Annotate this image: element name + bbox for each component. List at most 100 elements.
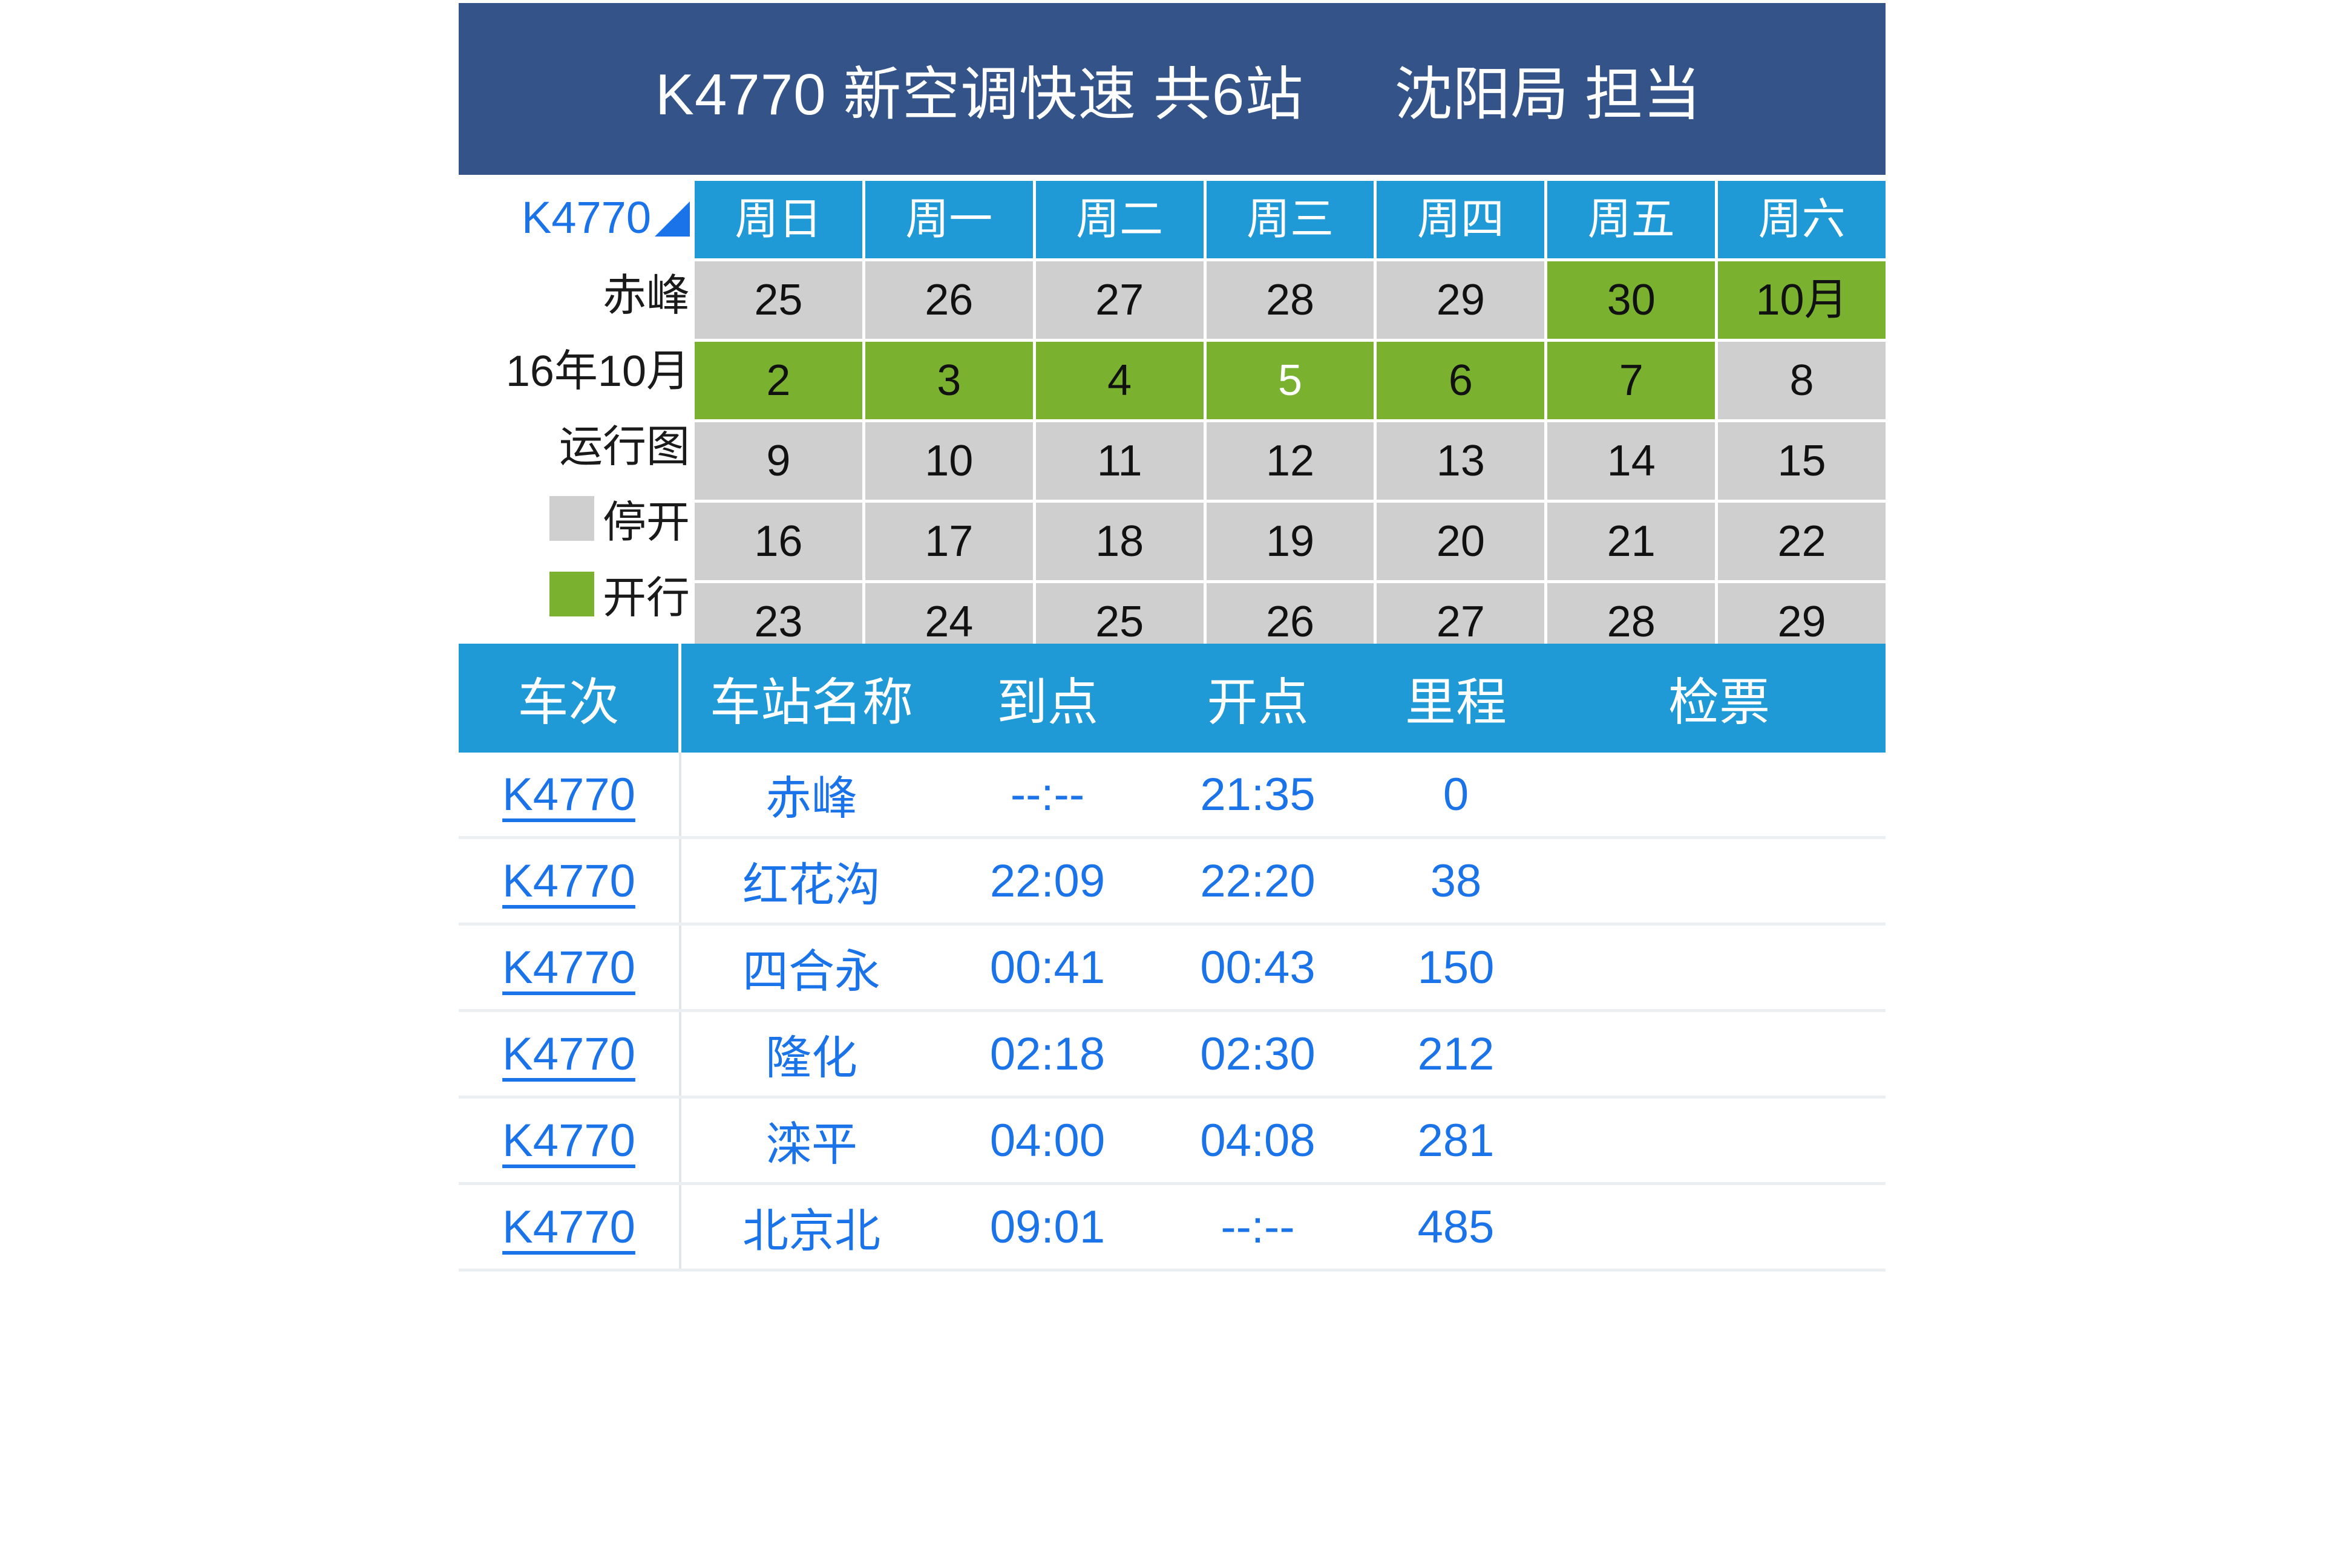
cell-gate — [1550, 1012, 1886, 1096]
calendar-day-cell[interactable]: 21 — [1547, 503, 1715, 580]
cell-depart-time: 02:30 — [1200, 1028, 1316, 1080]
calendar-train-label: K4770 — [522, 192, 651, 243]
calendar-day-cell[interactable]: 6 — [1377, 342, 1545, 419]
train-no-link[interactable]: K4770 — [502, 768, 635, 821]
train-no-link[interactable]: K4770 — [502, 1201, 635, 1253]
cell-station-name: 四合永 — [742, 946, 880, 998]
calendar-day-cell[interactable]: 2 — [695, 342, 862, 419]
calendar-period-label: 16年10月 — [505, 347, 690, 396]
schedule-table-header: 车次 车站名称 到点 开点 里程 检票 — [459, 644, 1886, 753]
calendar-weekday-header: 周四 — [1377, 181, 1545, 258]
calendar-weekday-header: 周一 — [865, 181, 1033, 258]
cell-station-name: 赤峰 — [765, 773, 857, 825]
calendar-day-cell[interactable]: 15 — [1718, 422, 1886, 500]
cell-station-name: 红花沟 — [742, 860, 880, 911]
cell-station-name: 滦平 — [765, 1119, 857, 1171]
calendar-weekday-header: 周六 — [1718, 181, 1886, 258]
table-row: K4770 滦平 04:00 04:08 281 — [459, 1099, 1886, 1185]
operation-calendar: K4770 赤峰 16年10月 运行图 停开 开行 周日 周一 周二 周三 周四… — [459, 181, 1886, 661]
train-no-link[interactable]: K4770 — [502, 855, 635, 907]
cell-train-no: K4770 — [459, 926, 681, 1009]
cell-gate — [1550, 753, 1886, 836]
cell-arrive-time: --:-- — [1010, 768, 1085, 820]
cell-station-name: 隆化 — [765, 1033, 857, 1084]
expand-triangle-icon[interactable] — [655, 201, 690, 237]
calendar-origin-station: 赤峰 — [602, 272, 690, 321]
calendar-day-cell[interactable]: 16 — [695, 503, 862, 580]
calendar-weekday-header: 周二 — [1035, 181, 1204, 258]
cell-arrive-time: 02:18 — [989, 1028, 1106, 1080]
calendar-day-cell[interactable]: 12 — [1206, 422, 1374, 500]
cell-station-name: 北京北 — [742, 1206, 880, 1257]
calendar-day-cell[interactable]: 3 — [865, 342, 1033, 419]
legend-item-stopped: 停开 — [459, 480, 690, 556]
table-row: K4770 赤峰 --:-- 21:35 0 — [459, 753, 1886, 839]
content-column: K4770 新空调快速 共6站 沈阳局 担当 K4770 赤峰 16年10月 运… — [459, 0, 1886, 1568]
column-header-mileage[interactable]: 里程 — [1362, 644, 1550, 753]
cell-mileage: 150 — [1417, 941, 1495, 993]
calendar-day-cell[interactable]: 9 — [695, 422, 862, 500]
cell-arrive-time: 22:09 — [989, 855, 1106, 907]
legend-label-stopped: 停开 — [602, 498, 690, 547]
train-title-band-inner: K4770 新空调快速 共6站 沈阳局 担当 — [655, 47, 1701, 131]
calendar-day-cell[interactable]: 19 — [1206, 503, 1374, 580]
train-no-link[interactable]: K4770 — [502, 1114, 635, 1167]
cell-mileage: 38 — [1430, 855, 1482, 907]
calendar-day-cell[interactable]: 26 — [865, 261, 1033, 339]
calendar-day-cell[interactable]: 17 — [865, 503, 1033, 580]
calendar-day-cell[interactable]: 18 — [1035, 503, 1204, 580]
calendar-day-cell[interactable]: 4 — [1035, 342, 1204, 419]
train-no-link[interactable]: K4770 — [502, 1028, 635, 1080]
table-row: K4770 红花沟 22:09 22:20 38 — [459, 839, 1886, 926]
calendar-day-cell[interactable]: 20 — [1377, 503, 1545, 580]
table-row: K4770 四合永 00:41 00:43 150 — [459, 926, 1886, 1012]
column-header-station[interactable]: 车站名称 — [681, 644, 942, 753]
calendar-day-cell[interactable]: 14 — [1547, 422, 1715, 500]
calendar-day-cell[interactable]: 10月 — [1718, 261, 1886, 339]
column-header-train[interactable]: 车次 — [459, 644, 681, 753]
legend-item-running: 开行 — [459, 556, 690, 632]
cell-depart-time: --:-- — [1221, 1201, 1295, 1253]
calendar-day-cell[interactable]: 29 — [1377, 261, 1545, 339]
calendar-day-cell[interactable]: 30 — [1547, 261, 1715, 339]
cell-mileage: 281 — [1417, 1114, 1495, 1166]
calendar-day-cell[interactable]: 27 — [1035, 261, 1204, 339]
cell-mileage: 485 — [1417, 1201, 1495, 1253]
calendar-day-cell[interactable]: 8 — [1718, 342, 1886, 419]
cell-train-no: K4770 — [459, 1012, 681, 1096]
calendar-day-cell[interactable]: 5 — [1206, 342, 1374, 419]
page-root: K4770 新空调快速 共6站 沈阳局 担当 K4770 赤峰 16年10月 运… — [0, 0, 2343, 1568]
column-header-gate[interactable]: 检票 — [1550, 644, 1886, 753]
cell-gate — [1550, 1099, 1886, 1182]
legend-label-running: 开行 — [602, 574, 690, 623]
calendar-day-cell[interactable]: 13 — [1377, 422, 1545, 500]
calendar-weekday-header: 周日 — [695, 181, 862, 258]
cell-arrive-time: 04:00 — [989, 1114, 1106, 1166]
calendar-grid: 周日 周一 周二 周三 周四 周五 周六 25 26 27 28 29 30 10月 2 3 4 5 6 7 8 9 10 1… — [695, 181, 1886, 661]
calendar-day-cell[interactable]: 28 — [1206, 261, 1374, 339]
calendar-day-cell[interactable]: 25 — [695, 261, 862, 339]
calendar-chart-row: 运行图 — [459, 405, 690, 480]
column-header-arrive[interactable]: 到点 — [942, 644, 1153, 753]
table-row: K4770 隆化 02:18 02:30 212 — [459, 1012, 1886, 1099]
calendar-period-row: 16年10月 — [459, 329, 690, 405]
bureau-label: 沈阳局 担当 — [1394, 62, 1701, 127]
train-no-link[interactable]: K4770 — [502, 941, 635, 994]
cell-gate — [1550, 1185, 1886, 1269]
column-header-depart[interactable]: 开点 — [1153, 644, 1362, 753]
schedule-table-body: K4770 赤峰 --:-- 21:35 0 K4770 红花沟 22:09 22:20 38 K4… — [459, 753, 1886, 1272]
cell-depart-time: 00:43 — [1200, 941, 1316, 993]
calendar-day-cell[interactable]: 10 — [865, 422, 1033, 500]
schedule-table: 车次 车站名称 到点 开点 里程 检票 K4770 赤峰 --:-- 21:35 0 K4… — [459, 644, 1886, 1272]
cell-gate — [1550, 926, 1886, 1009]
calendar-train-row[interactable]: K4770 — [459, 181, 690, 253]
page-title: K4770 新空调快速 共6站 — [655, 62, 1304, 127]
calendar-weekday-header: 周五 — [1547, 181, 1715, 258]
table-row: K4770 北京北 09:01 --:-- 485 — [459, 1185, 1886, 1272]
calendar-day-cell[interactable]: 7 — [1547, 342, 1715, 419]
calendar-legend-column: K4770 赤峰 16年10月 运行图 停开 开行 — [459, 181, 695, 632]
calendar-day-cell[interactable]: 11 — [1035, 422, 1204, 500]
cell-mileage: 212 — [1417, 1028, 1495, 1080]
calendar-origin-row: 赤峰 — [459, 253, 690, 329]
calendar-day-cell[interactable]: 22 — [1718, 503, 1886, 580]
